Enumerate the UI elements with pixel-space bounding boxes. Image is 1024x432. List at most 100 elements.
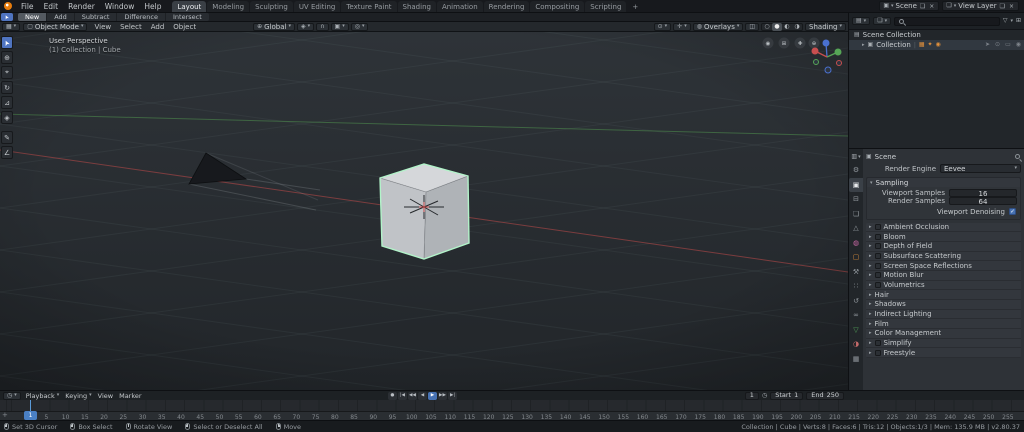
panel-color-management[interactable]: ▸ Color Management <box>866 329 1021 339</box>
freestyle-checkbox[interactable] <box>874 349 881 356</box>
panel-depth-of-field[interactable]: ▸ Depth of Field <box>866 241 1021 252</box>
sampling-panel-header[interactable]: ▾ Sampling <box>867 178 1020 187</box>
workspace-tab-uv-editing[interactable]: UV Editing <box>293 1 341 12</box>
gizmos-dropdown[interactable]: ✛ ▾ <box>673 22 691 31</box>
selectmode-difference-button[interactable]: Difference <box>117 13 165 21</box>
simplify-checkbox[interactable] <box>874 340 881 347</box>
x-axis-negative-handle[interactable] <box>836 60 842 66</box>
delete-view-layer-button[interactable]: × <box>1008 3 1015 10</box>
depth-of-field-checkbox[interactable] <box>874 243 881 250</box>
timeline-menu-playback[interactable]: Playback ▾ <box>26 392 60 400</box>
viewport-3d[interactable]: ◉ ⊞ ✚ ⊕ User Perspective (1) Collection … <box>0 32 848 390</box>
play-button[interactable]: ▶ <box>428 391 437 400</box>
xray-toggle[interactable]: ◫ <box>745 22 760 31</box>
render-camera-toggle-icon[interactable]: ◉ <box>1016 42 1021 48</box>
playhead-frame-badge[interactable]: 1 <box>24 411 37 420</box>
mode-dropdown[interactable]: ▢ Object Mode ▾ <box>23 22 88 31</box>
menu-file[interactable]: File <box>16 2 39 11</box>
workspace-tab-rendering[interactable]: Rendering <box>483 1 530 12</box>
properties-editor-type-button[interactable]: ▥ ▾ <box>851 151 860 163</box>
timeline-menu-view[interactable]: View <box>98 392 113 400</box>
scene-selector[interactable]: ▣ ▾ Scene ❏ × <box>879 1 940 11</box>
view-layer-selector[interactable]: ❏ ▾ View Layer ❏ × <box>942 1 1019 11</box>
active-tool-icon[interactable]: ➤ <box>1 13 13 21</box>
selectmode-subtract-button[interactable]: Subtract <box>74 13 117 21</box>
render-engine-select[interactable]: Eevee ▾ <box>940 164 1021 173</box>
selectmode-add-button[interactable]: Add <box>47 13 74 21</box>
properties-tab-object-data[interactable]: ▽ <box>849 323 863 338</box>
camera-view-button[interactable]: ◉ <box>762 37 774 49</box>
cube-object-icon[interactable]: ▦ <box>919 42 925 48</box>
properties-tab-constraints[interactable]: ∞ <box>849 308 863 323</box>
properties-tab-scene[interactable]: △ <box>849 221 863 236</box>
light-object-icon[interactable]: ✦ <box>928 42 933 48</box>
properties-tab-tool[interactable]: ⚙ <box>849 163 863 178</box>
jump-start-button[interactable]: |◀ <box>398 391 407 400</box>
filter-icon[interactable]: ▽ <box>1003 18 1008 24</box>
delete-scene-button[interactable]: × <box>928 3 935 10</box>
wireframe-shading-button[interactable]: ○ <box>762 23 772 31</box>
transform-orientation-dropdown[interactable]: ⊕ Global ▾ <box>253 22 295 31</box>
blender-logo-icon[interactable] <box>4 2 12 10</box>
next-key-button[interactable]: ▶▶ <box>438 391 447 400</box>
current-frame-field[interactable]: 1 <box>744 391 759 400</box>
panel-subsurface-scattering[interactable]: ▸ Subsurface Scattering <box>866 251 1021 262</box>
search-icon[interactable] <box>1014 153 1021 160</box>
bloom-checkbox[interactable] <box>874 233 881 240</box>
annotate-tool-button[interactable]: ✎ <box>1 131 13 144</box>
panel-motion-blur[interactable]: ▸ Motion Blur <box>866 270 1021 281</box>
search-input[interactable] <box>907 17 996 25</box>
outliner-row-collection[interactable]: ▸ ▣ Collection | ▦ ✦ ◉ ➤ ⊙ ▭ ◉ <box>849 40 1024 50</box>
rotate-tool-button[interactable]: ↻ <box>1 81 13 94</box>
viewport-menu-add[interactable]: Add <box>147 23 169 31</box>
workspace-tab-scripting[interactable]: Scripting <box>585 1 627 12</box>
ambient-occlusion-checkbox[interactable] <box>874 223 881 230</box>
record-button[interactable]: ● <box>388 391 397 400</box>
subsurface-scattering-checkbox[interactable] <box>874 252 881 259</box>
timeline-menu-keying[interactable]: Keying ▾ <box>65 392 91 400</box>
viewport-menu-view[interactable]: View <box>90 23 115 31</box>
snap-toggle[interactable]: ∩ <box>316 22 329 31</box>
timeline-menu-marker[interactable]: Marker <box>119 392 141 400</box>
panel-indirect-lighting[interactable]: ▸ Indirect Lighting <box>866 309 1021 320</box>
panel-ambient-occlusion[interactable]: ▸ Ambient Occlusion <box>866 222 1021 233</box>
screen-toggle-icon[interactable]: ▭ <box>1005 42 1011 48</box>
screen-space-reflections-checkbox[interactable] <box>874 262 881 269</box>
panel-simplify[interactable]: ▸ Simplify <box>866 338 1021 349</box>
panel-shadows[interactable]: ▸ Shadows <box>866 300 1021 310</box>
eye-toggle-icon[interactable]: ⊙ <box>995 42 1000 48</box>
workspace-tab-compositing[interactable]: Compositing <box>530 1 585 12</box>
perspective-toggle-button[interactable]: ⊞ <box>778 37 790 49</box>
properties-tab-object[interactable]: ▢ <box>849 250 863 265</box>
properties-tab-world[interactable]: ◍ <box>849 236 863 251</box>
properties-tab-physics[interactable]: ↺ <box>849 294 863 309</box>
x-axis-handle[interactable] <box>811 47 819 55</box>
motion-blur-checkbox[interactable] <box>874 272 881 279</box>
menu-render[interactable]: Render <box>63 2 100 11</box>
new-scene-button[interactable]: ❏ <box>919 3 926 10</box>
workspace-tab-sculpting[interactable]: Sculpting <box>250 1 293 12</box>
material-shading-button[interactable]: ◐ <box>782 23 792 31</box>
overlays-dropdown[interactable]: ◍ Overlays ▾ <box>692 22 744 31</box>
z-axis-handle[interactable] <box>822 39 830 47</box>
plus-icon[interactable]: + <box>2 411 8 419</box>
properties-tab-texture[interactable]: ▦ <box>849 352 863 367</box>
cursor-tool-button[interactable]: ⊕ <box>1 51 13 64</box>
menu-window[interactable]: Window <box>100 2 140 11</box>
panel-volumetrics[interactable]: ▸ Volumetrics <box>866 280 1021 291</box>
panel-film[interactable]: ▸ Film <box>866 319 1021 330</box>
panel-screen-space-reflections[interactable]: ▸ Screen Space Reflections <box>866 261 1021 271</box>
shading-dropdown[interactable]: Shading ▾ <box>805 22 846 31</box>
object-type-visibility-dropdown[interactable]: ⊙ ▾ <box>653 22 672 31</box>
pointer-toggle-icon[interactable]: ➤ <box>985 42 990 48</box>
new-collection-button[interactable]: ⊞ <box>1016 18 1021 24</box>
selectmode-new-button[interactable]: New <box>18 13 47 21</box>
move-tool-button[interactable]: ⌖ <box>1 66 13 79</box>
solid-shading-button[interactable]: ● <box>772 22 783 31</box>
viewport-denoising-checkbox[interactable]: ✓ <box>1009 208 1016 215</box>
workspace-tab-animation[interactable]: Animation <box>436 1 483 12</box>
workspace-tab-modeling[interactable]: Modeling <box>207 1 250 12</box>
workspace-tab-layout[interactable]: Layout <box>172 1 207 12</box>
camera-object-icon[interactable]: ◉ <box>936 42 941 48</box>
editor-type-button[interactable]: ▦ ▾ <box>2 22 21 31</box>
